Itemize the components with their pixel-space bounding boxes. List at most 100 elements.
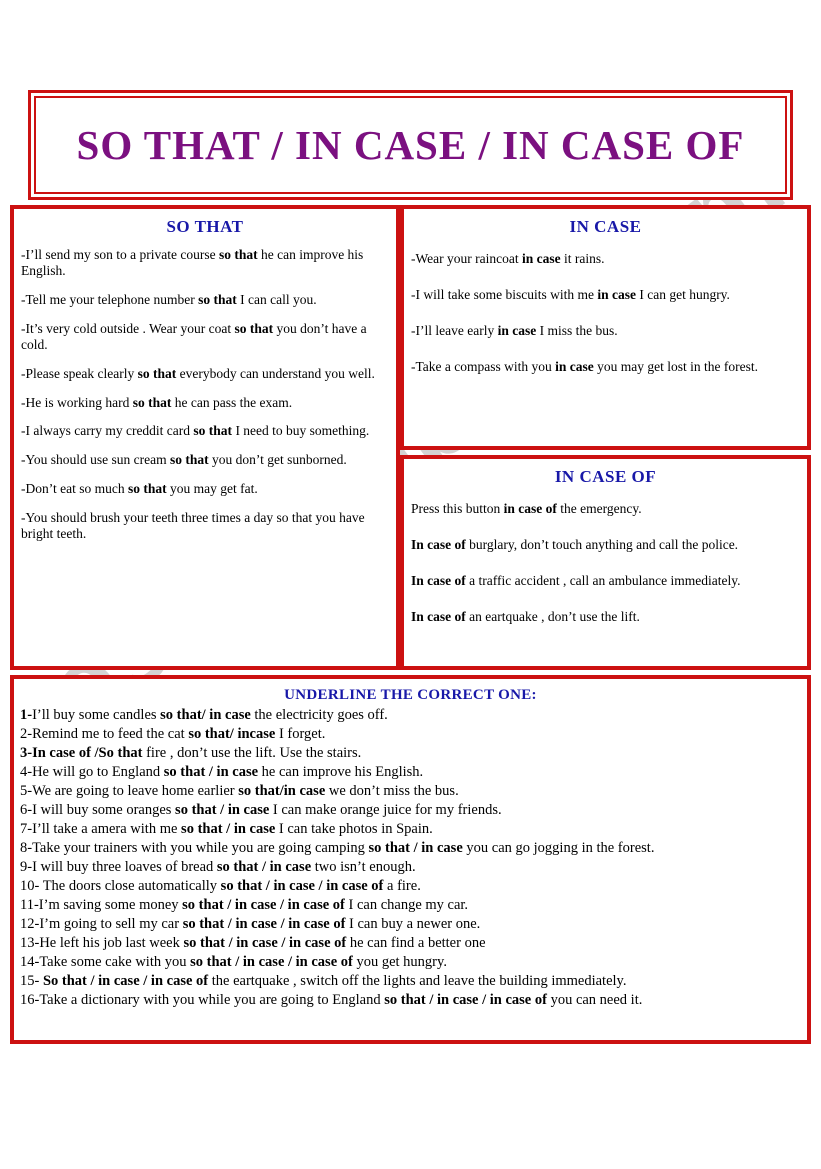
keyword-bold: so that / in case [216, 858, 312, 875]
exercise-item: 10- The doors close automatically so tha… [20, 877, 801, 896]
keyword-bold: so that [137, 365, 177, 381]
keyword-bold: 3- [20, 744, 33, 761]
panel-grid: SO THAT -I’ll send my son to a private c… [10, 205, 811, 670]
text-run: fire , don’t use the lift. Use the stair… [142, 744, 362, 761]
keyword-bold: so that / in case / in case of [190, 953, 353, 970]
text-run: 14-Take some cake with you [20, 953, 191, 970]
title-banner: SO THAT / IN CASE / IN CASE OF [28, 90, 793, 200]
panel-in-case-of: IN CASE OF Press this button in case of … [400, 455, 811, 670]
text-run: I can buy a newer one. [345, 915, 481, 932]
text-run: -I’ll send my son to a private course [21, 247, 219, 262]
text-run: 8-Take your trainers with you while you … [20, 839, 369, 856]
text-run: two isn’t enough. [311, 858, 416, 875]
text-run: 9-I will buy three loaves of bread [20, 858, 217, 875]
keyword-bold: so that [132, 394, 172, 410]
exercise-items: 1-I’ll buy some candles so that/ in case… [20, 706, 801, 1010]
text-run: he can improve his English. [258, 763, 424, 780]
keyword-bold: so that / in case / in case of [182, 896, 345, 913]
text-run: -I always carry my creddit card [21, 423, 194, 439]
exercise-item: 13-He left his job last week so that / i… [20, 934, 801, 953]
panel-in-case-of-heading: IN CASE OF [554, 467, 657, 486]
example-sentence: -Wear your raincoat in case it rains. [411, 251, 800, 267]
text-run: I can take photos in Spain. [275, 820, 433, 837]
keyword-bold: so that [234, 320, 274, 336]
keyword-bold: 1- [20, 707, 33, 723]
example-sentence: -I will take some biscuits with me in ca… [411, 287, 800, 303]
keyword-bold: so that / in case / in case of [182, 915, 346, 932]
text-run: 2-Remind me to feed the cat [20, 725, 189, 742]
keyword-bold: In case of [411, 608, 466, 624]
exercise-item: 16-Take a dictionary with you while you … [20, 991, 801, 1010]
text-run: we don’t miss the bus. [325, 782, 459, 799]
example-sentence: -It’s very cold outside . Wear your coat… [21, 321, 389, 353]
keyword-bold: so that [193, 423, 233, 439]
text-run: you may get lost in the forest. [593, 358, 759, 374]
keyword-bold: so that/in case [238, 782, 326, 799]
keyword-bold: so that / in case / in case of [220, 877, 384, 894]
text-run: I can get hungry. [635, 286, 730, 302]
exercise-item: 6-I will buy some oranges so that / in c… [20, 801, 801, 820]
text-run: the emergency. [556, 501, 642, 516]
page-title: SO THAT / IN CASE / IN CASE OF [76, 122, 745, 168]
text-run: 16-Take a dictionary with you while you … [20, 991, 385, 1008]
exercise-item: 2-Remind me to feed the cat so that/ inc… [20, 725, 801, 744]
text-run: -It’s very cold outside . Wear your coat [21, 320, 235, 336]
example-sentence: Press this button in case of the emergen… [411, 501, 800, 517]
text-run: 15- [20, 972, 43, 989]
text-run: 12-I’m going to sell my car [20, 915, 183, 932]
example-sentence: -Tell me your telephone number so that I… [21, 292, 389, 308]
keyword-bold: so that [127, 481, 167, 497]
exercise-item: 9-I will buy three loaves of bread so th… [20, 858, 801, 877]
example-sentence: -You should use sun cream so that you do… [21, 452, 389, 468]
text-run: -Tell me your telephone number [21, 291, 199, 307]
text-run: -You should use sun cream [21, 452, 170, 468]
keyword-bold: so that / in case [181, 820, 276, 837]
example-sentence: -You should brush your teeth three times… [21, 510, 389, 542]
text-run: the electricity goes off. [250, 707, 388, 723]
text-run: an eartquake , don’t use the lift. [465, 608, 640, 624]
exercise-item: 14-Take some cake with you so that / in … [20, 953, 801, 972]
text-run: I forget. [275, 725, 326, 742]
text-run: I need to buy something. [232, 423, 370, 439]
example-sentence: -I’ll leave early in case I miss the bus… [411, 323, 800, 339]
example-sentence: -He is working hard so that he can pass … [21, 395, 389, 411]
exercise-item: 8-Take your trainers with you while you … [20, 839, 801, 858]
text-run: you may get fat. [166, 481, 258, 497]
example-sentence: -Please speak clearly so that everybody … [21, 366, 389, 382]
text-run: 11-I’m saving some money [20, 896, 183, 913]
example-sentence: -I always carry my creddit card so that … [21, 423, 389, 439]
exercise-section: UNDERLINE THE CORRECT ONE: 1-I’ll buy so… [10, 675, 811, 1044]
panel-in-case-heading: IN CASE [569, 217, 642, 236]
text-run: -Don’t eat so much [21, 481, 128, 497]
example-sentence: -Don’t eat so much so that you may get f… [21, 481, 389, 497]
example-sentence: In case of an eartquake , don’t use the … [411, 609, 800, 625]
text-run: Press this button [411, 501, 504, 516]
keyword-bold: so that/ incase [188, 725, 276, 742]
keyword-bold: so that / in case [163, 763, 259, 780]
exercise-item: 3-In case of /So that fire , don’t use t… [20, 744, 801, 763]
panel-in-case-sentences: -Wear your raincoat in case it rains. -I … [411, 251, 800, 375]
keyword-bold: so that [198, 291, 237, 307]
text-run: everybody can understand you well. [176, 365, 375, 381]
text-run: 7-I’ll take a amera with me [20, 820, 182, 837]
example-sentence: In case of burglary, don’t touch anythin… [411, 537, 800, 553]
exercise-item: 7-I’ll take a amera with me so that / in… [20, 820, 801, 839]
keyword-bold: So that / in case / in case of [42, 972, 209, 989]
text-run: he can pass the exam. [171, 394, 293, 410]
right-column: IN CASE -Wear your raincoat in case it r… [400, 205, 811, 670]
text-run: -Please speak clearly [21, 365, 138, 381]
text-run: -He is working hard [21, 394, 133, 410]
text-run: he can find a better one [346, 934, 486, 951]
text-run: -You should brush your teeth three times… [21, 510, 365, 542]
keyword-bold: so that [170, 452, 209, 468]
text-run: burglary, don’t touch anything and call … [465, 536, 739, 552]
keyword-bold: in case of [503, 501, 557, 516]
text-run: -I will take some biscuits with me [411, 286, 598, 302]
keyword-bold: so that / in case [368, 839, 463, 856]
panel-so-that: SO THAT -I’ll send my son to a private c… [10, 205, 400, 670]
exercise-heading: UNDERLINE THE CORRECT ONE: [284, 687, 537, 703]
text-run: the eartquake , switch off the lights an… [208, 972, 627, 989]
text-run: you get hungry. [352, 953, 447, 970]
keyword-bold: in case [521, 251, 561, 266]
text-run: you don’t get sunborned. [208, 452, 347, 468]
